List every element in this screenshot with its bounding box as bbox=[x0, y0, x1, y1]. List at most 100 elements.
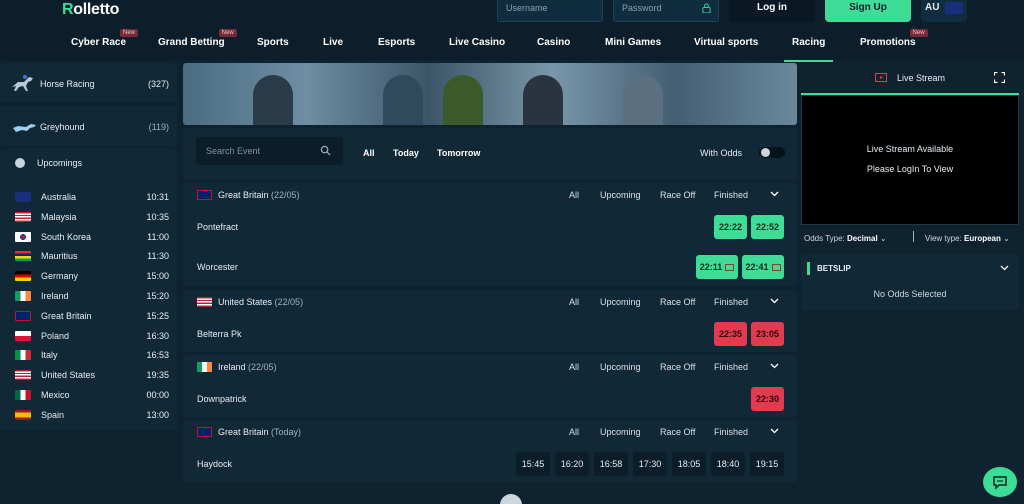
nav-esports[interactable]: Esports bbox=[378, 37, 415, 48]
section-tab-upcoming[interactable]: Upcoming bbox=[600, 362, 641, 372]
section-date: (22/05) bbox=[271, 190, 300, 200]
upcoming-item-poland[interactable]: Poland 16:30 bbox=[0, 326, 177, 346]
section-tab-all[interactable]: All bbox=[569, 190, 579, 200]
section-tab-race-off[interactable]: Race Off bbox=[660, 190, 695, 200]
race-time-button[interactable]: 17:30 bbox=[633, 452, 667, 476]
username-field[interactable]: Username bbox=[497, 0, 603, 22]
upcoming-country: Spain bbox=[41, 409, 65, 420]
stream-message: Live Stream Available bbox=[866, 144, 954, 154]
section-date: (22/05) bbox=[274, 297, 304, 307]
upcoming-item-italy[interactable]: Italy 16:53 bbox=[0, 345, 177, 365]
upcoming-item-spain[interactable]: Spain 13:00 bbox=[0, 405, 177, 425]
section-tab-finished[interactable]: Finished bbox=[714, 190, 748, 200]
upcomings-label: Upcomings bbox=[37, 158, 83, 168]
nav-live-casino[interactable]: Live Casino bbox=[449, 37, 505, 48]
section-tab-finished[interactable]: Finished bbox=[714, 427, 748, 437]
search-input[interactable]: Search Event bbox=[196, 137, 343, 165]
nav-live[interactable]: Live bbox=[323, 37, 343, 48]
nav-mini-games[interactable]: Mini Games bbox=[605, 37, 661, 48]
banner-rider bbox=[523, 75, 563, 125]
race-time-button[interactable]: 22:22 bbox=[714, 215, 747, 239]
race-time: 15:45 bbox=[521, 459, 545, 469]
logo[interactable]: Rolletto bbox=[62, 1, 119, 19]
filter-tab-today[interactable]: Today bbox=[393, 148, 419, 158]
odds-settings: Odds Type: Decimal ⌄ View type: European… bbox=[801, 228, 1019, 248]
race-time-button[interactable]: 22:30 bbox=[751, 387, 784, 411]
upcoming-item-germany[interactable]: Germany 15:00 bbox=[0, 266, 177, 286]
view-type-selector[interactable]: View type: European ⌄ bbox=[925, 234, 1010, 243]
race-time-button[interactable]: 22:11 bbox=[696, 255, 738, 279]
section-tab-all[interactable]: All bbox=[569, 427, 579, 437]
upcoming-item-ireland[interactable]: Ireland 15:20 bbox=[0, 286, 177, 306]
race-time-button[interactable]: 23:05 bbox=[751, 322, 784, 346]
right-panel: Live Stream Live Stream Available Please… bbox=[801, 63, 1019, 310]
greyhound-icon bbox=[13, 124, 36, 132]
section-tab-all[interactable]: All bbox=[569, 297, 579, 307]
section-tab-upcoming[interactable]: Upcoming bbox=[600, 297, 641, 307]
chat-button[interactable] bbox=[983, 467, 1017, 497]
race-time-button[interactable]: 22:35 bbox=[714, 322, 747, 346]
scroll-up-button[interactable] bbox=[500, 494, 522, 504]
odds-type-selector[interactable]: Odds Type: Decimal ⌄ bbox=[804, 234, 887, 243]
race-time-button[interactable]: 16:58 bbox=[594, 452, 628, 476]
chevron-down-icon[interactable] bbox=[1000, 265, 1009, 271]
chevron-down-icon[interactable] bbox=[770, 363, 779, 369]
language-selector[interactable]: AU bbox=[921, 0, 967, 22]
nav-promotions[interactable]: Promotions New bbox=[860, 29, 928, 48]
race-venue[interactable]: Belterra Pk bbox=[197, 329, 242, 339]
upcoming-item-malaysia[interactable]: Malaysia 10:35 bbox=[0, 207, 177, 227]
chevron-down-icon[interactable] bbox=[770, 298, 779, 304]
nav-grand-betting[interactable]: Grand Betting New bbox=[158, 29, 237, 48]
upcoming-item-mauritius[interactable]: Mauritius 11:30 bbox=[0, 246, 177, 266]
race-venue[interactable]: Pontefract bbox=[197, 222, 238, 232]
fullscreen-icon[interactable] bbox=[994, 72, 1005, 83]
race-venue[interactable]: Haydock bbox=[197, 459, 232, 469]
nav-sports[interactable]: Sports bbox=[257, 37, 289, 48]
nav-label: Cyber Race bbox=[71, 37, 127, 48]
chevron-down-icon[interactable] bbox=[770, 428, 779, 434]
race-time-button[interactable]: 16:20 bbox=[555, 452, 589, 476]
signup-button[interactable]: Sign Up bbox=[825, 0, 911, 22]
race-venue[interactable]: Worcester bbox=[197, 262, 238, 272]
stream-login-message: Please LogIn To View bbox=[866, 164, 954, 174]
sidebar-horse-racing[interactable]: Horse Racing (327) bbox=[0, 63, 177, 103]
upcoming-country: Ireland bbox=[41, 290, 69, 301]
chevron-down-icon[interactable] bbox=[770, 191, 779, 197]
nav-casino[interactable]: Casino bbox=[537, 37, 570, 48]
section-tab-upcoming[interactable]: Upcoming bbox=[600, 427, 641, 437]
nav-racing[interactable]: Racing bbox=[783, 37, 834, 62]
race-venue[interactable]: Downpatrick bbox=[197, 394, 247, 404]
race-time-button[interactable]: 18:40 bbox=[711, 452, 745, 476]
section-tab-all[interactable]: All bbox=[569, 362, 579, 372]
south-korea-flag-icon bbox=[15, 231, 31, 242]
section-tab-finished[interactable]: Finished bbox=[714, 362, 748, 372]
section-tab-race-off[interactable]: Race Off bbox=[660, 297, 695, 307]
live-stream-label: Live Stream bbox=[897, 73, 946, 83]
race-time-button[interactable]: 19:15 bbox=[750, 452, 784, 476]
section-tab-finished[interactable]: Finished bbox=[714, 297, 748, 307]
filter-tab-all[interactable]: All bbox=[363, 148, 375, 158]
password-field[interactable]: Password bbox=[613, 0, 719, 22]
racing-banner bbox=[183, 63, 797, 125]
with-odds-toggle[interactable] bbox=[759, 147, 785, 158]
upcoming-item-mexico[interactable]: Mexico 00:00 bbox=[0, 385, 177, 405]
section-tab-race-off[interactable]: Race Off bbox=[660, 362, 695, 372]
odds-type-value: Decimal bbox=[847, 234, 878, 243]
race-time-button[interactable]: 15:45 bbox=[516, 452, 550, 476]
upcoming-item-united-states[interactable]: United States 19:35 bbox=[0, 365, 177, 385]
upcoming-country: Australia bbox=[41, 192, 77, 202]
race-time-button[interactable]: 18:05 bbox=[672, 452, 706, 476]
filter-tab-tomorrow[interactable]: Tomorrow bbox=[437, 148, 480, 158]
sidebar-greyhound[interactable]: Greyhound (119) bbox=[0, 106, 177, 146]
nav-virtual-sports[interactable]: Virtual sports bbox=[694, 37, 758, 48]
upcoming-item-south-korea[interactable]: South Korea 11:00 bbox=[0, 227, 177, 247]
upcoming-time: 00:00 bbox=[146, 389, 169, 400]
upcoming-item-great-britain[interactable]: Great Britain 15:25 bbox=[0, 306, 177, 326]
race-time-button[interactable]: 22:41 bbox=[742, 255, 784, 279]
section-tab-upcoming[interactable]: Upcoming bbox=[600, 190, 641, 200]
upcoming-item-australia[interactable]: Australia 10:31 bbox=[0, 187, 177, 207]
section-tab-race-off[interactable]: Race Off bbox=[660, 427, 695, 437]
login-button[interactable]: Log in bbox=[729, 0, 815, 22]
race-time-button[interactable]: 22:52 bbox=[751, 215, 784, 239]
nav-cyber-race[interactable]: Cyber Race New bbox=[71, 29, 139, 48]
